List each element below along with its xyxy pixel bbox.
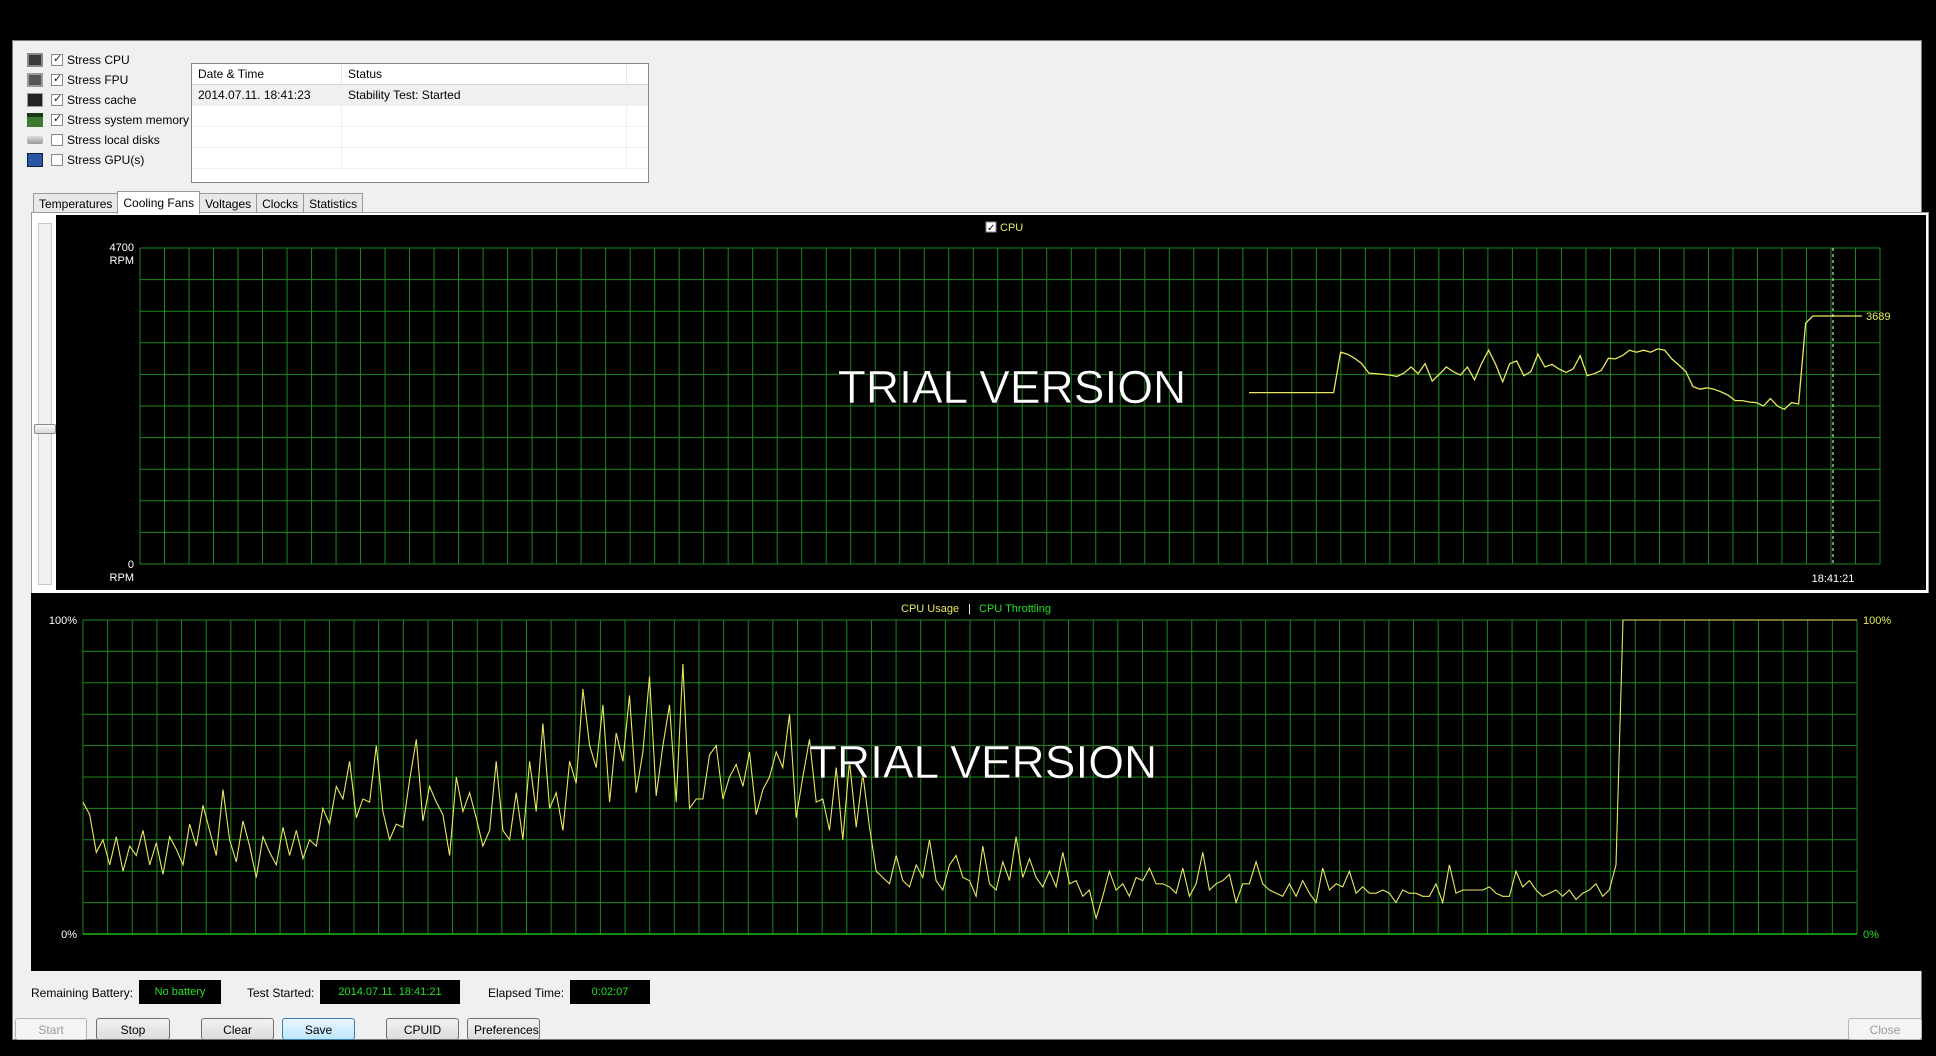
stress-memory-option[interactable]: Stress system memory: [27, 111, 189, 129]
column-header-status[interactable]: Status: [342, 64, 627, 84]
stress-cpu-checkbox[interactable]: [51, 52, 63, 66]
stress-fpu-checkbox[interactable]: [51, 72, 63, 86]
test-started-value: 2014.07.11. 18:41:21: [320, 980, 460, 1004]
log-datetime: 2014.07.11. 18:41:23: [192, 85, 342, 105]
y-axis-left-min: 0%: [61, 929, 77, 941]
y-axis-min-label: 0: [128, 559, 134, 571]
fpu-icon: [27, 73, 43, 87]
tab-temperatures[interactable]: Temperatures: [33, 193, 119, 213]
stress-disks-option[interactable]: Stress local disks: [27, 131, 160, 149]
stress-cache-label: Stress cache: [67, 93, 137, 107]
stress-gpu-option[interactable]: Stress GPU(s): [27, 151, 144, 169]
clear-button[interactable]: Clear: [201, 1018, 274, 1040]
y-axis-right-min: 0%: [1863, 929, 1879, 941]
stress-memory-label: Stress system memory: [67, 113, 190, 127]
cpu-usage-legend: CPU Usage: [901, 603, 959, 615]
cache-icon: [27, 93, 43, 107]
y-axis-max-label: 4700: [110, 242, 134, 254]
stress-fpu-option[interactable]: Stress FPU: [27, 71, 128, 89]
y-axis-left-max: 100%: [49, 615, 77, 627]
checkmark-icon: ✓: [987, 223, 995, 234]
cpu-usage-chart: CPU Usage | CPU Throttling 100% 0% 100% 0% TRIA…: [31, 593, 1929, 971]
gpu-icon: [27, 153, 43, 167]
stress-cpu-option[interactable]: Stress CPU: [27, 51, 130, 69]
stress-cache-option[interactable]: Stress cache: [27, 91, 136, 109]
elapsed-time-value: 0:02:07: [570, 980, 650, 1004]
cpu-icon: [27, 53, 43, 67]
log-row-empty: [192, 106, 648, 127]
cpu-throttling-legend: CPU Throttling: [979, 603, 1051, 615]
preferences-button[interactable]: Preferences: [467, 1018, 540, 1040]
stop-button[interactable]: Stop: [96, 1018, 170, 1040]
elapsed-time-label: Elapsed Time:: [488, 986, 565, 1000]
memory-icon: [27, 113, 43, 127]
save-button[interactable]: Save: [282, 1018, 355, 1040]
cpu-legend-label: CPU: [1000, 222, 1023, 234]
stress-disks-label: Stress local disks: [67, 133, 160, 147]
start-button[interactable]: Start: [15, 1018, 87, 1040]
stress-cache-checkbox[interactable]: [51, 92, 63, 106]
log-header: Date & Time Status: [192, 64, 648, 85]
stability-test-window: Stress CPU Stress FPU Stress cache Stres…: [0, 30, 1936, 1046]
tab-strip: Temperatures Cooling Fans Voltages Clock…: [33, 191, 364, 214]
stress-gpu-label: Stress GPU(s): [67, 153, 145, 167]
column-header-datetime[interactable]: Date & Time: [192, 64, 342, 84]
remaining-battery-label: Remaining Battery:: [31, 986, 134, 1000]
fan-speed-chart-svg: ✓ CPU4700RPM0RPM 18:41:213689TRIAL VERSION: [110, 221, 1890, 585]
log-row-empty: [192, 148, 648, 169]
stress-gpu-checkbox[interactable]: [51, 154, 63, 166]
stress-memory-checkbox[interactable]: [51, 112, 63, 126]
y-axis-min-unit: RPM: [110, 572, 134, 584]
stress-disks-checkbox[interactable]: [51, 134, 63, 146]
disk-icon: [27, 136, 43, 144]
trial-watermark: TRIAL VERSION: [838, 361, 1186, 413]
stress-cpu-label: Stress CPU: [67, 53, 130, 67]
tab-clocks[interactable]: Clocks: [256, 193, 305, 213]
log-row[interactable]: 2014.07.11. 18:41:23 Stability Test: Sta…: [192, 85, 648, 106]
log-status: Stability Test: Started: [342, 85, 627, 105]
window-client-area: Stress CPU Stress FPU Stress cache Stres…: [12, 40, 1929, 1040]
x-time-label: 18:41:21: [1812, 573, 1855, 585]
close-button[interactable]: Close: [1848, 1018, 1922, 1040]
legend-separator: |: [968, 603, 971, 615]
log-row-empty: [192, 127, 648, 148]
trial-watermark: TRIAL VERSION: [809, 736, 1157, 788]
cpuid-button[interactable]: CPUID: [386, 1018, 459, 1040]
chart-scrollbar[interactable]: [34, 223, 56, 585]
tab-cooling-fans[interactable]: Cooling Fans: [117, 191, 201, 214]
tab-statistics[interactable]: Statistics: [303, 193, 364, 213]
cpu-usage-chart-svg: CPU Usage | CPU Throttling 100% 0% 100% 0% TRIA…: [49, 603, 1891, 941]
chart-scroll-thumb[interactable]: [34, 424, 56, 434]
tab-voltages[interactable]: Voltages: [199, 193, 258, 213]
y-axis-max-unit: RPM: [110, 255, 134, 267]
y-axis-right-max: 100%: [1863, 615, 1891, 627]
stress-fpu-label: Stress FPU: [67, 73, 129, 87]
event-log-list[interactable]: Date & Time Status 2014.07.11. 18:41:23 …: [191, 63, 649, 183]
remaining-battery-value: No battery: [139, 980, 221, 1004]
fan-speed-chart: ✓ CPU 4700 RPM 0 RPM 18:41:21 3689 TRIAL VERSION: [56, 215, 1926, 590]
test-started-label: Test Started:: [247, 986, 315, 1000]
current-value-label: 3689: [1866, 311, 1890, 323]
